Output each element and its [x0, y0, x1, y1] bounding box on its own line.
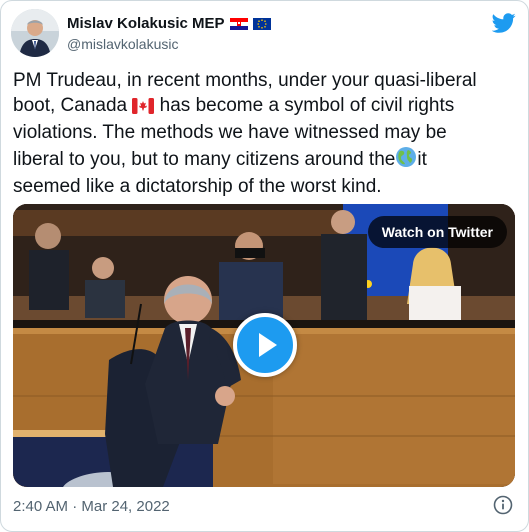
watch-on-twitter-badge[interactable]: Watch on Twitter — [367, 216, 507, 248]
tweet-card: Mislav Kolakusic MEP @mislavkolakusic PM… — [0, 0, 529, 532]
author-info: Mislav Kolakusic MEP @mislavkolakusic — [67, 14, 271, 52]
canada-flag-icon — [132, 97, 155, 122]
tweet-text-line: violations. The methods we have witnesse… — [13, 122, 447, 143]
tweet-text-fragment: liberal to you, but to many citizens aro… — [13, 148, 396, 170]
tweet-text-line: seemed like a dictatorship of the worst … — [13, 176, 382, 197]
author-display-name[interactable]: Mislav Kolakusic MEP — [67, 15, 225, 32]
tweet-text-line: boot, Canada has become a symbol of civi… — [13, 94, 513, 122]
globe-americas-icon — [395, 146, 417, 176]
tweet-text: PM Trudeau, in recent months, under your… — [13, 69, 513, 200]
play-button[interactable] — [233, 313, 297, 377]
tweet-footer: 2:40 AM · Mar 24, 2022 — [13, 495, 515, 517]
tweet-text-fragment: has become a symbol of civil rights — [159, 94, 455, 116]
tweet-text-line: liberal to you, but to many citizens aro… — [13, 146, 513, 176]
play-icon — [259, 333, 277, 357]
info-icon[interactable] — [493, 495, 513, 515]
twitter-logo-icon[interactable] — [491, 11, 516, 35]
tweet-text-line: PM Trudeau, in recent months, under your… — [13, 70, 477, 91]
eu-flag-icon — [252, 17, 271, 30]
croatia-flag-icon — [229, 17, 248, 30]
author-handle[interactable]: @mislavkolakusic — [67, 36, 271, 52]
video-player[interactable]: Watch on Twitter — [13, 204, 515, 487]
tweet-header: Mislav Kolakusic MEP @mislavkolakusic — [11, 9, 516, 59]
tweet-text-fragment: it — [417, 148, 427, 170]
author-avatar[interactable] — [11, 9, 59, 57]
tweet-timestamp[interactable]: 2:40 AM · Mar 24, 2022 — [13, 498, 170, 515]
tweet-text-fragment: boot, Canada — [13, 94, 128, 116]
